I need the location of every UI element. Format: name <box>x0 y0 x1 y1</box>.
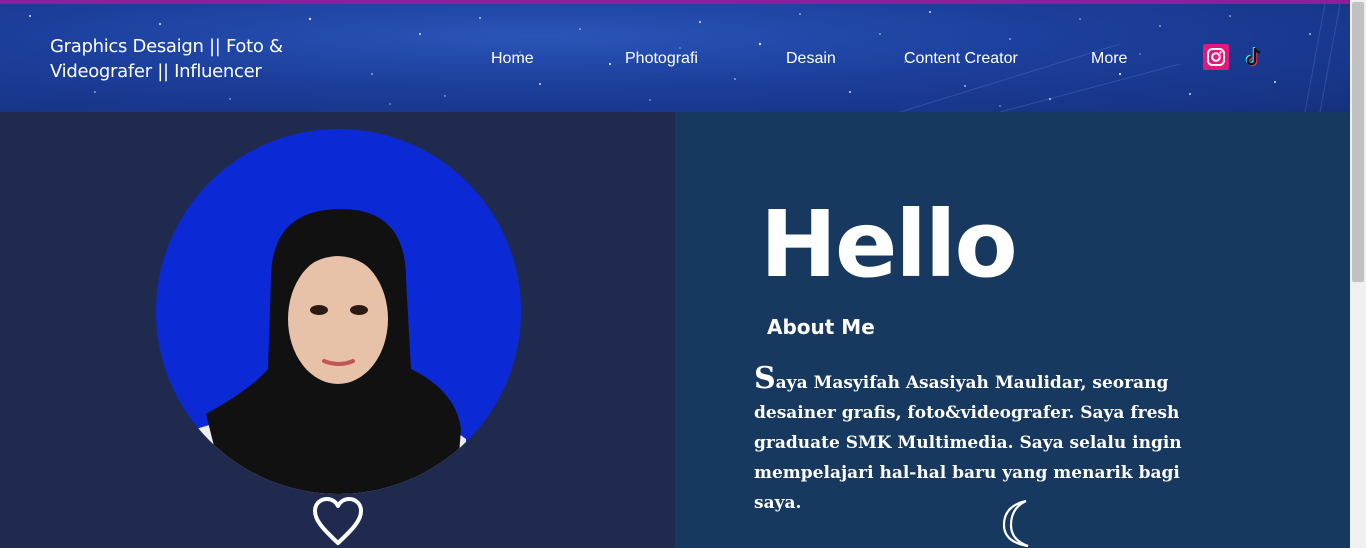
tiktok-icon[interactable] <box>1241 44 1267 70</box>
crescent-moon-icon <box>1002 499 1029 548</box>
nav-more[interactable]: More <box>1091 50 1127 68</box>
site-header: Graphics Desaign || Foto & Videografer |… <box>0 4 1350 112</box>
about-me-heading: About Me <box>767 315 875 339</box>
nav-desain[interactable]: Desain <box>786 50 836 68</box>
instagram-icon[interactable] <box>1203 44 1229 70</box>
nav-content-creator[interactable]: Content Creator <box>904 50 1018 68</box>
nav-home[interactable]: Home <box>491 50 534 68</box>
bio-paragraph: Saya Masyifah Asasiyah Maulidar, seorang… <box>754 364 1204 518</box>
heart-icon <box>313 497 363 545</box>
main-navigation: Home Photografi Desain Content Creator M… <box>0 50 1350 74</box>
profile-photo <box>156 129 521 494</box>
hero-heading: Hello <box>760 191 1018 298</box>
bio-text: aya Masyifah Asasiyah Maulidar, seorang … <box>754 373 1182 513</box>
scrollbar-thumb[interactable] <box>1352 2 1364 282</box>
bio-initial-letter: S <box>754 361 776 396</box>
nav-photografi[interactable]: Photografi <box>625 50 698 68</box>
